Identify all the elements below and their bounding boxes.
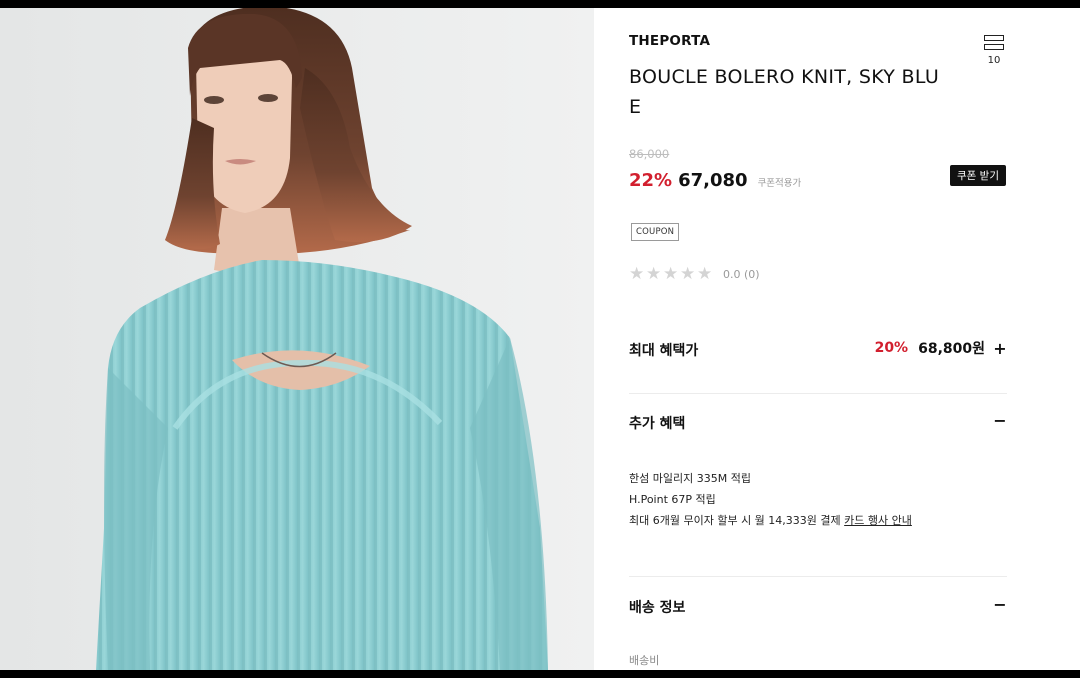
original-price: 86,000 <box>629 147 670 161</box>
rating[interactable]: ★ ★ ★ ★ ★ 0.0 (0) <box>629 266 760 283</box>
discount-rate: 22% <box>629 170 673 191</box>
card-event-link[interactable]: 카드 행사 안내 <box>844 514 912 527</box>
max-benefit-percent: 20% <box>874 340 909 356</box>
shipping-fee-label: 배송비 <box>629 654 660 667</box>
star-icon: ★ <box>663 264 679 284</box>
benefit-installment: 최대 6개월 무이자 할부 시 월 14,333원 결제 카드 행사 안내 <box>629 510 912 531</box>
installment-text: 최대 6개월 무이자 할부 시 월 14,333원 결제 <box>629 514 841 527</box>
star-icon: ★ <box>629 264 645 284</box>
benefit-mileage: 한섬 마일리지 335M 적립 <box>629 472 751 485</box>
divider <box>629 393 1007 394</box>
star-icon: ★ <box>697 264 713 284</box>
sale-price: 67,080 <box>678 170 748 191</box>
product-info-panel: THEPORTA 10 BOUCLE BOLERO KNIT, SKY BLUE… <box>629 8 1007 670</box>
rating-text: 0.0 (0) <box>723 268 760 281</box>
product-title: BOUCLE BOLERO KNIT, SKY BLUE <box>629 66 940 118</box>
menu-count: 10 <box>987 55 1001 66</box>
collapse-icon[interactable]: − <box>993 595 1007 614</box>
product-detail-screen: THEPORTA 10 BOUCLE BOLERO KNIT, SKY BLUE… <box>0 8 1080 670</box>
star-icon: ★ <box>646 264 662 284</box>
expand-icon[interactable]: + <box>993 339 1007 358</box>
divider <box>629 576 1007 577</box>
benefit-hpoint: H.Point 67P 적립 <box>629 493 716 506</box>
coupon-download-button[interactable]: 쿠폰 받기 <box>950 165 1006 186</box>
max-benefit-price: 68,800원 <box>918 341 985 357</box>
shipping-label: 배송 정보 <box>629 600 686 616</box>
benefit-list: 한섬 마일리지 335M 적립 H.Point 67P 적립 최대 6개월 무이… <box>629 468 912 531</box>
price-row: 22% 67,080 쿠폰적용가 <box>629 170 801 196</box>
star-icon: ★ <box>680 264 696 284</box>
brand-name[interactable]: THEPORTA <box>629 33 710 49</box>
menu-button[interactable]: 10 <box>983 35 1005 66</box>
collapse-icon[interactable]: − <box>993 411 1007 430</box>
coupon-tag: COUPON <box>631 223 680 241</box>
product-photo <box>0 8 594 670</box>
menu-icon <box>984 35 1004 51</box>
price-note: 쿠폰적용가 <box>757 178 802 189</box>
star-rating: ★ ★ ★ ★ ★ <box>629 266 714 283</box>
max-benefit-value[interactable]: 20% 68,800원 + <box>875 338 1007 358</box>
max-benefit-label: 최대 혜택가 <box>629 343 699 359</box>
extra-benefit-label: 추가 혜택 <box>629 416 686 432</box>
